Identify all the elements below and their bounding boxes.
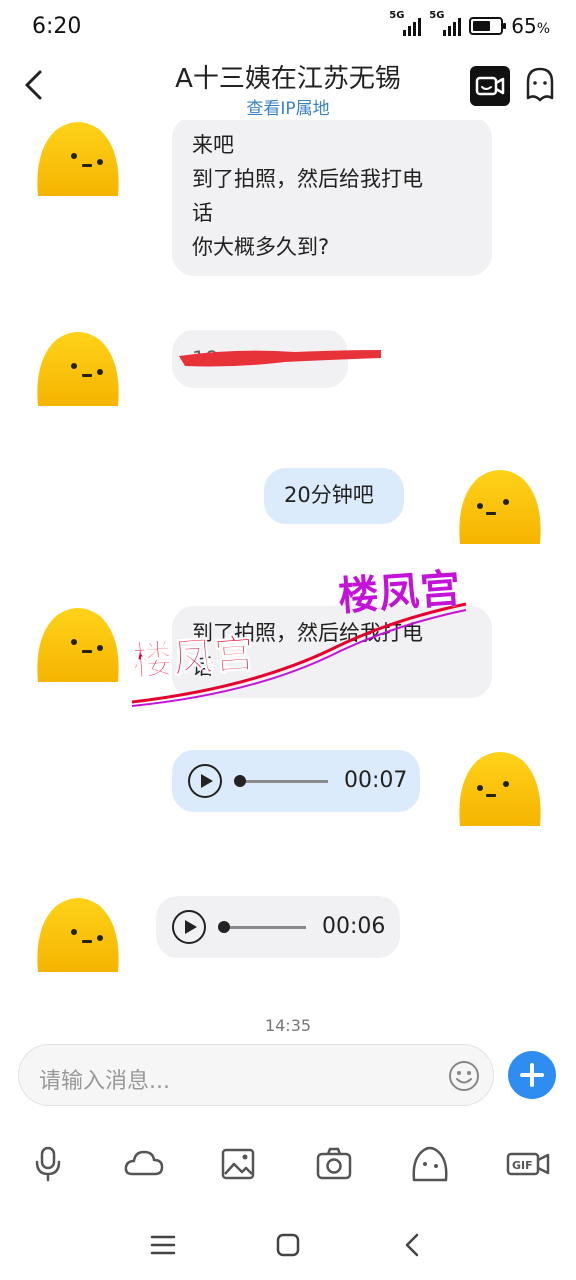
- status-bar: 6:20 5G 5G 65%: [0, 0, 576, 56]
- battery-icon: [469, 17, 507, 35]
- play-icon[interactable]: [172, 910, 206, 944]
- voice-progress-knob[interactable]: [234, 774, 246, 787]
- chat-header: A十三姨在江苏无锡 查看IP属地: [0, 56, 576, 120]
- watermark-text-red: 楼凤宫: [130, 630, 257, 686]
- contact-avatar[interactable]: [34, 330, 122, 408]
- emoji-icon[interactable]: [447, 1059, 481, 1093]
- status-time: 6:20: [32, 14, 82, 39]
- chat-area[interactable]: 来吧 到了拍照，然后给我打电 话 你大概多久到? 19 20分钟吧 到了拍照，然…: [0, 120, 576, 1042]
- profile-icon[interactable]: [520, 64, 560, 108]
- plus-icon: [520, 1063, 544, 1087]
- battery-percent: 65%: [511, 14, 550, 38]
- add-button[interactable]: [508, 1051, 556, 1099]
- signal-icon-2: 5G: [429, 10, 462, 36]
- mic-icon[interactable]: [26, 1142, 70, 1186]
- user-avatar[interactable]: [456, 750, 544, 828]
- message-timestamp: 14:35: [264, 1016, 312, 1035]
- message-line: 你大概多久到?: [192, 235, 330, 259]
- contact-avatar[interactable]: [34, 606, 122, 684]
- contact-avatar[interactable]: [34, 896, 122, 974]
- input-placeholder: 请输入消息...: [39, 1069, 170, 1094]
- message-line: 话: [192, 201, 213, 225]
- message-input[interactable]: 请输入消息...: [18, 1044, 494, 1106]
- cloud-icon[interactable]: [122, 1142, 166, 1186]
- message-bubble-outgoing[interactable]: 20分钟吧: [264, 468, 404, 524]
- message-line: 20分钟吧: [284, 483, 374, 507]
- menu-icon[interactable]: [148, 1230, 178, 1260]
- gif-icon[interactable]: GIF: [504, 1142, 552, 1186]
- video-call-icon: [475, 76, 505, 96]
- watermark-text-purple: 楼凤宫: [336, 565, 463, 621]
- message-line: 来吧: [192, 133, 234, 157]
- image-icon[interactable]: [216, 1142, 260, 1186]
- home-icon[interactable]: [273, 1230, 303, 1260]
- network-type-1: 5G: [389, 10, 405, 21]
- message-bubble-incoming[interactable]: 来吧 到了拍照，然后给我打电 话 你大概多久到?: [172, 120, 492, 276]
- network-type-2: 5G: [429, 10, 445, 21]
- redaction-scribble: [179, 350, 381, 367]
- voice-message-outgoing[interactable]: 00:07: [172, 750, 420, 812]
- sticker-icon[interactable]: [408, 1142, 452, 1186]
- play-icon[interactable]: [188, 764, 222, 798]
- message-input-bar: 请输入消息...: [0, 1042, 576, 1112]
- voice-progress-track[interactable]: [218, 920, 306, 933]
- back-icon[interactable]: [398, 1230, 428, 1260]
- status-indicators: 5G 5G 65%: [389, 10, 550, 38]
- user-avatar[interactable]: [456, 468, 544, 546]
- contact-avatar[interactable]: [34, 120, 122, 198]
- voice-progress-knob[interactable]: [218, 920, 230, 933]
- voice-message-incoming[interactable]: 00:06: [156, 896, 400, 958]
- voice-duration: 00:06: [322, 914, 386, 939]
- video-call-button[interactable]: [470, 66, 510, 106]
- system-nav-bar: [0, 1214, 576, 1280]
- signal-icon: 5G: [389, 10, 422, 36]
- message-line: 到了拍照，然后给我打电: [192, 167, 423, 191]
- svg-text:GIF: GIF: [512, 1159, 533, 1172]
- camera-icon[interactable]: [312, 1142, 356, 1186]
- chat-toolbar: GIF: [0, 1138, 576, 1194]
- voice-progress-track[interactable]: [234, 774, 328, 787]
- voice-duration: 00:07: [344, 768, 408, 793]
